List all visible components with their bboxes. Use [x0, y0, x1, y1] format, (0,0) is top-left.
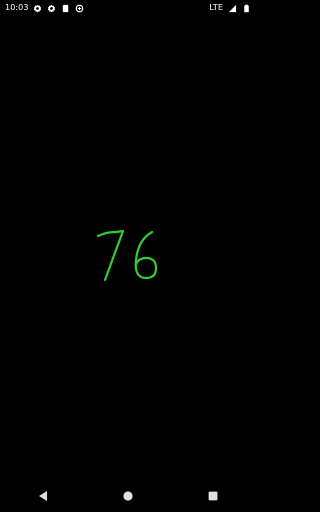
counter-value: 76	[92, 228, 172, 288]
gear-icon	[33, 3, 43, 13]
battery-icon	[241, 3, 251, 13]
home-icon[interactable]	[116, 484, 140, 508]
status-right: LTE	[209, 3, 251, 13]
recents-icon[interactable]	[201, 484, 225, 508]
navigation-bar	[0, 480, 256, 512]
status-left: 10:03	[5, 3, 85, 13]
status-time: 10:03	[5, 3, 29, 12]
status-bar: 10:03 LTE	[0, 0, 256, 16]
network-type: LTE	[209, 3, 223, 12]
signal-icon	[227, 3, 237, 13]
back-icon[interactable]	[31, 484, 55, 508]
counter-value-text: 76	[92, 228, 94, 229]
main-area: 76	[0, 16, 256, 480]
sim-card-icon	[61, 3, 71, 13]
data-saver-icon	[75, 3, 85, 13]
gear-icon	[47, 3, 57, 13]
